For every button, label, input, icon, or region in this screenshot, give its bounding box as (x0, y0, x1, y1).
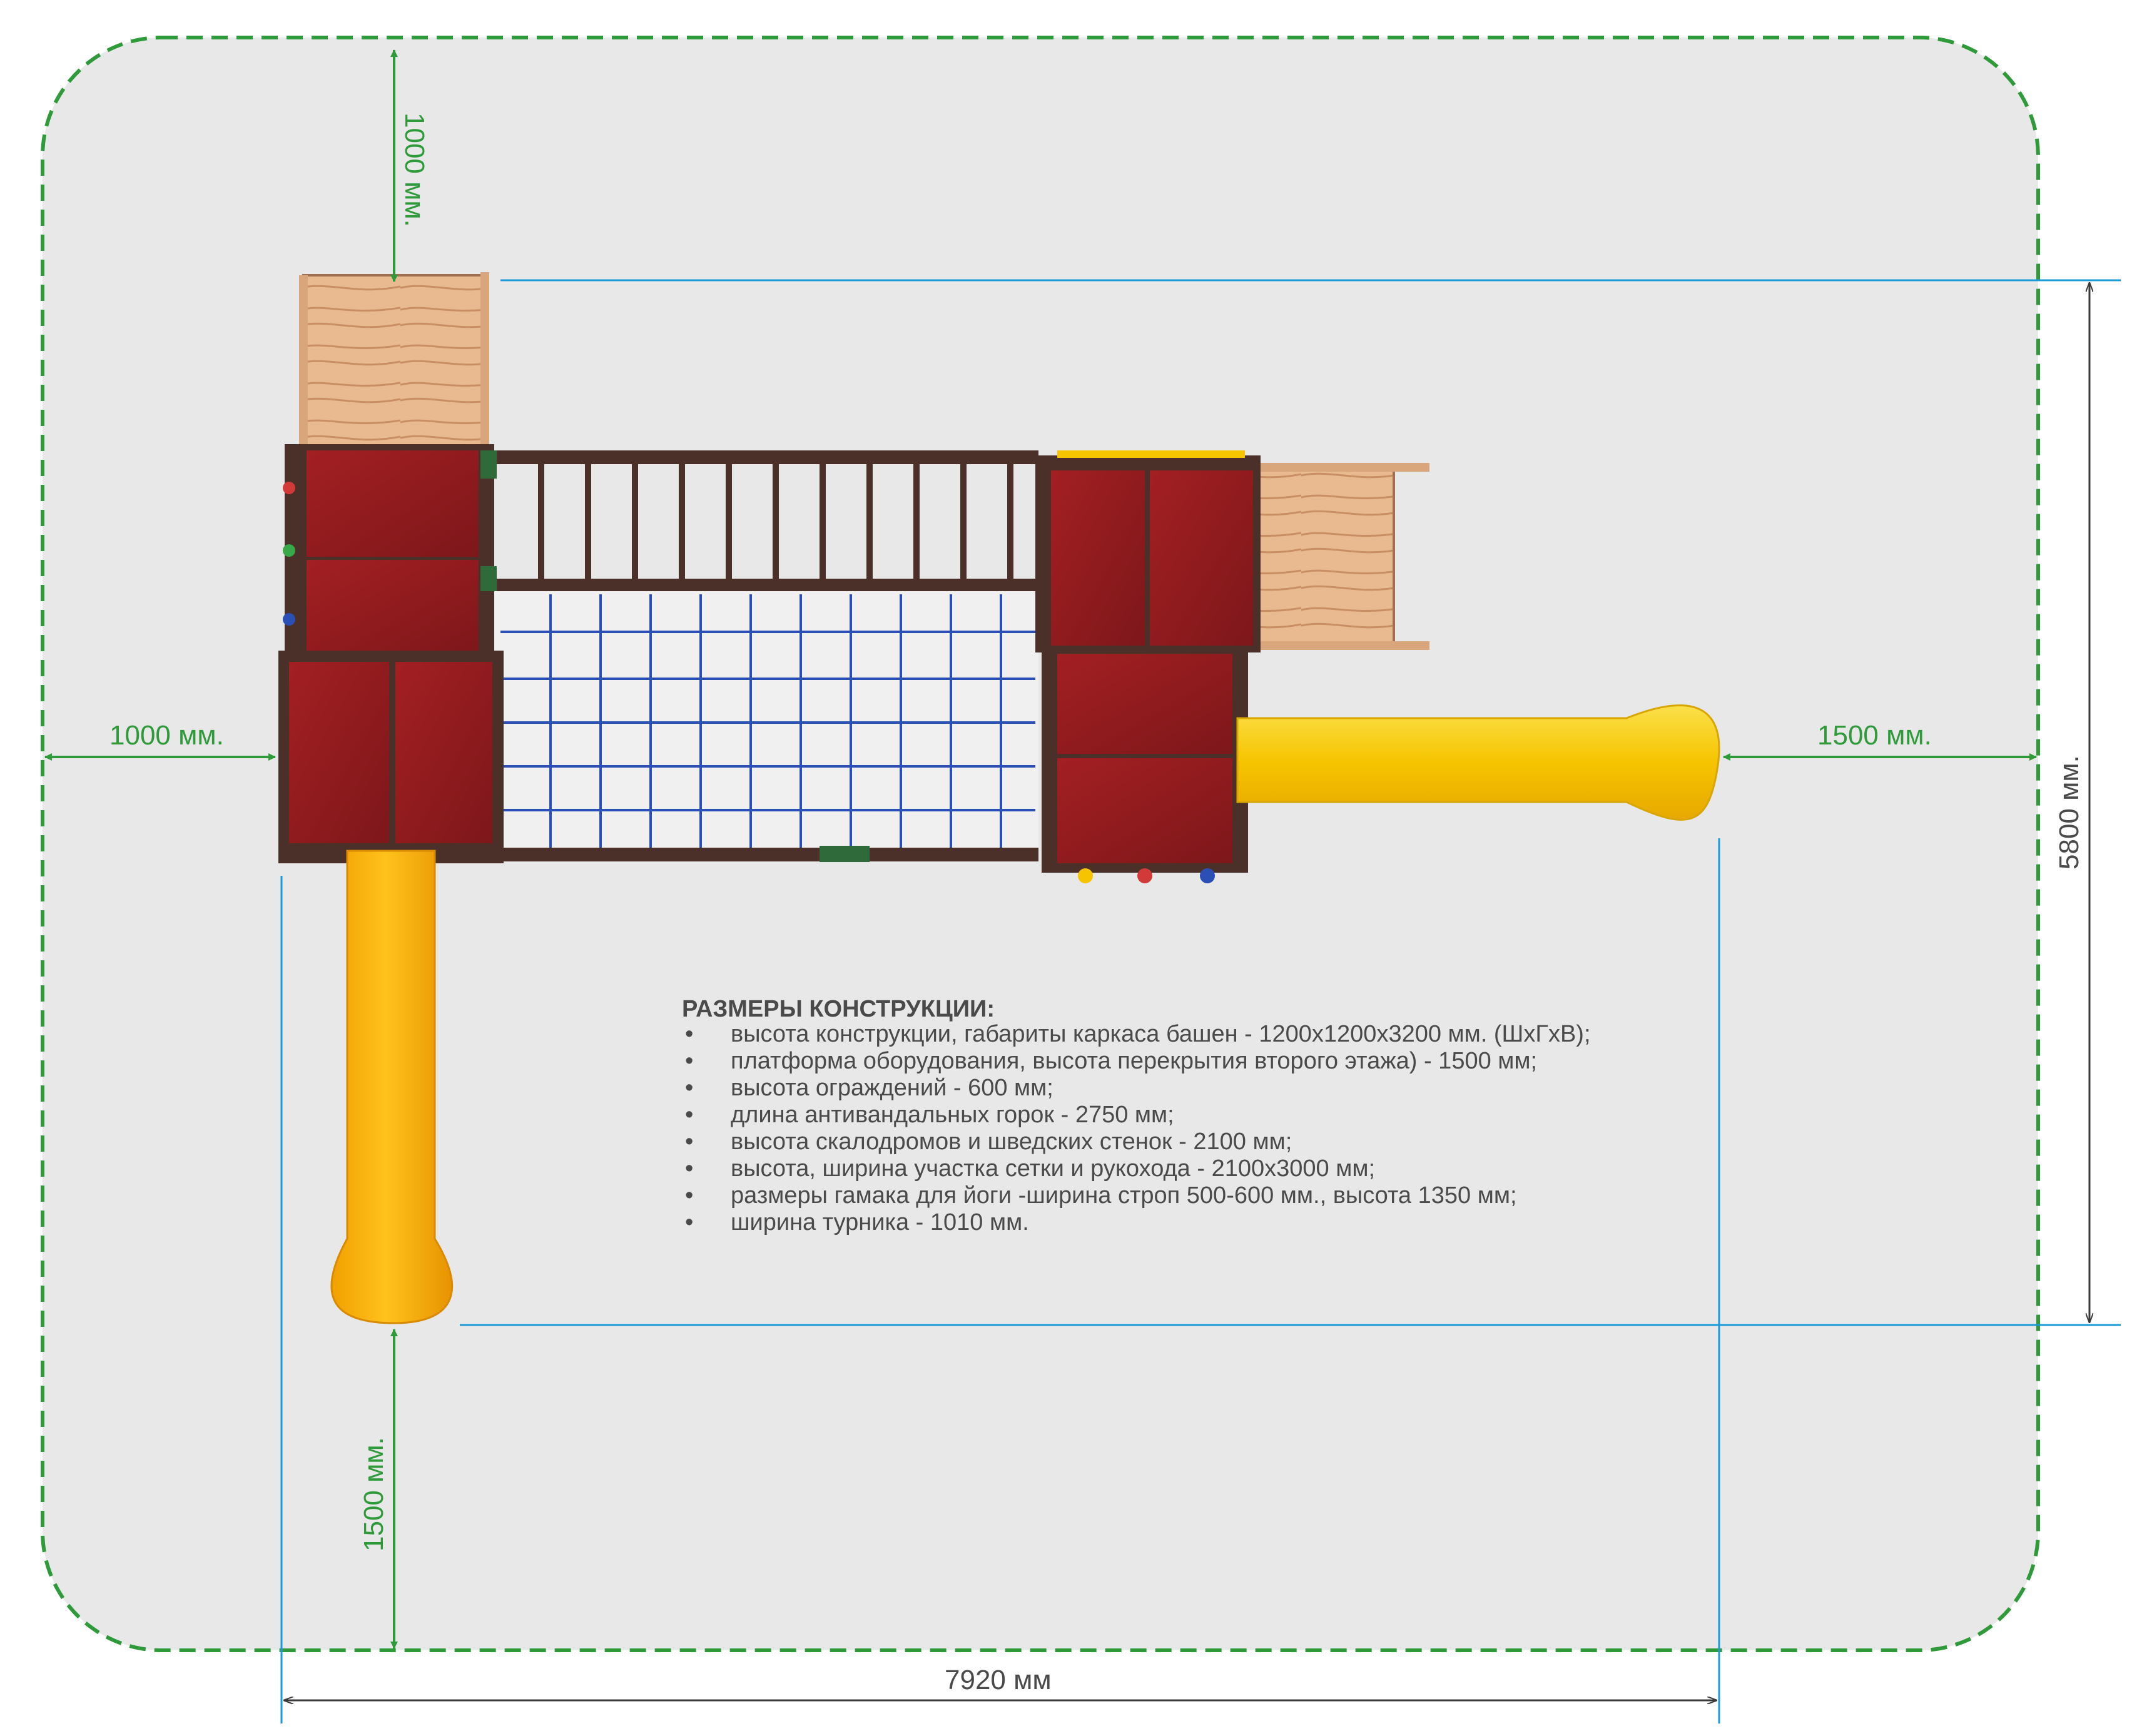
tower-right-lower (1042, 647, 1248, 883)
climbing-wall-top (299, 272, 489, 450)
spec-bullet: • (685, 1048, 693, 1074)
dim-length-label: 7920 мм (945, 1665, 1052, 1695)
spec-item: высота конструкции, габариты каркаса баш… (731, 1021, 1591, 1047)
spec-bullet: • (685, 1129, 693, 1155)
tower-left-upper (283, 444, 497, 657)
spec-item: длина антивандальных горок - 2750 мм; (731, 1102, 1174, 1128)
playground-layout-diagram: 1000 мм. 1000 мм. 1500 мм. 1500 мм. 5800… (41, 36, 2121, 1723)
tower-left-lower (278, 651, 504, 863)
spec-item: ширина турника - 1010 мм. (731, 1209, 1029, 1236)
spec-bullet: • (685, 1075, 693, 1101)
dim-depth-label: 5800 мм. (2054, 755, 2084, 870)
spec-bullet: • (685, 1182, 693, 1209)
dim-bottom-label: 1500 мм. (358, 1437, 389, 1551)
dim-right-label: 1500 мм. (1817, 720, 1932, 751)
spec-item: высота скалодромов и шведских стенок - 2… (731, 1129, 1292, 1155)
spec-bullet: • (685, 1155, 693, 1182)
dim-top-label: 1000 мм. (399, 113, 430, 227)
specs-title: РАЗМЕРЫ КОНСТРУКЦИИ: (682, 996, 995, 1022)
climbing-net (491, 591, 1038, 862)
slide-bottom (330, 850, 453, 1324)
dimension-depth: 5800 мм. (2054, 283, 2089, 1322)
spec-item: высота, ширина участка сетки и рукохода … (731, 1155, 1375, 1182)
dimension-length: 7920 мм (284, 1665, 1717, 1700)
slide-right (1236, 704, 1720, 821)
spec-bullet: • (685, 1209, 693, 1236)
tower-right-upper (1035, 450, 1261, 652)
spec-item: платформа оборудования, высота перекрыти… (731, 1048, 1537, 1074)
dim-left-label: 1000 мм. (109, 720, 224, 751)
spec-item: высота ограждений - 600 мм; (731, 1075, 1053, 1101)
spec-bullet: • (685, 1021, 693, 1047)
spec-bullet: • (685, 1102, 693, 1128)
spec-item: размеры гамака для йоги -ширина строп 50… (731, 1182, 1517, 1209)
